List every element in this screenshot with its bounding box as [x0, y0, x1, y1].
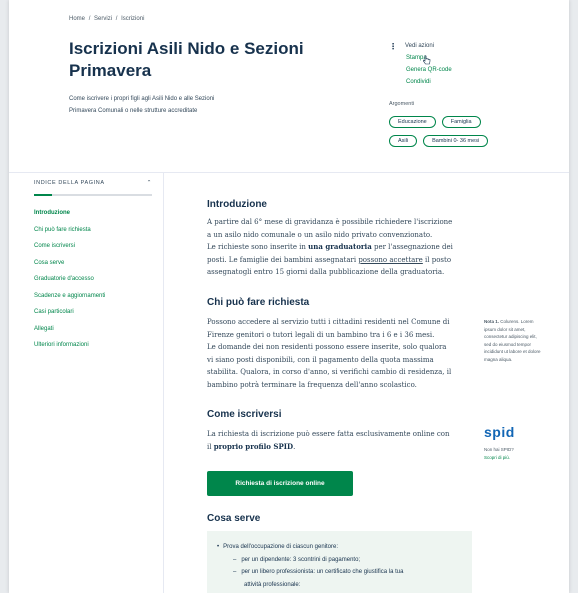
- spid-question: Non hai SPID?: [484, 447, 514, 452]
- share-link[interactable]: Condividi: [406, 76, 539, 88]
- breadcrumb: Home / Servizi / Iscrizioni: [69, 16, 146, 22]
- text-span: il posto: [422, 255, 452, 264]
- hand-cursor-icon: [423, 55, 431, 65]
- toc-item-scadenze[interactable]: Scadenze e aggiornamenti: [34, 288, 105, 305]
- spid-info: Non hai SPID? Scopri di più.: [484, 446, 514, 461]
- text-line: Possono accedere al servizio tutti i cit…: [207, 318, 450, 326]
- section-heading-chi-puo: Chi può fare richiesta: [207, 297, 310, 308]
- section-body-come-iscriversi: La richiesta di iscrizione può essere fa…: [207, 428, 473, 453]
- spid-learn-more-link[interactable]: Scopri di più.: [484, 454, 514, 462]
- side-note: Nota 1. Colurens. Lorem ipsum dolor sit …: [484, 318, 556, 363]
- page-actions: ⋮ Vedi azioni Stampa Genera QR-code Cond…: [389, 40, 539, 88]
- page-lead-line: Come iscrivere i propri figli agli Asili…: [69, 96, 215, 102]
- breadcrumb-servizi[interactable]: Servizi: [94, 16, 112, 22]
- horizontal-divider: [9, 172, 569, 173]
- page-lead: Come iscrivere i propri figli agli Asili…: [69, 93, 279, 117]
- breadcrumb-separator: /: [88, 16, 91, 22]
- text-line: posti. Le famiglie dei bambini assegnata…: [207, 254, 473, 267]
- arguments-chip-row: Asili Bambini 0- 36 mesi: [389, 135, 489, 147]
- spid-logo: spid: [484, 424, 515, 440]
- requirements-callout: Prova dell'occupazione di ciascun genito…: [207, 531, 472, 593]
- toc-header[interactable]: INDICE DELLA PAGINA ⌃: [34, 180, 152, 186]
- text-span: .: [293, 442, 296, 451]
- text-span: per l'assegnazione dei: [371, 243, 453, 251]
- toc-list: Introduzione Chi può fare richiesta Come…: [34, 205, 105, 354]
- note-label: Nota 1.: [484, 319, 500, 324]
- note-text: Colurens. Lorem: [499, 319, 534, 324]
- arguments-chip-row: Educazione Famiglia: [389, 116, 481, 128]
- note-line: magna aliqua.: [484, 356, 513, 362]
- toc-title: INDICE DELLA PAGINA: [34, 180, 105, 186]
- text-line: assegnatogli entro 15 giorni dalla pubbl…: [207, 268, 445, 276]
- chevron-up-icon: ⌃: [146, 180, 152, 186]
- breadcrumb-separator: /: [115, 16, 118, 22]
- toc-item-graduatorie[interactable]: Graduatorie d'accesso: [34, 271, 105, 288]
- page-lead-line: Primavera Comunali o nelle strutture acc…: [69, 108, 198, 114]
- graduatoria-emphasis: una graduatoria: [308, 242, 372, 251]
- text-span: il: [207, 442, 214, 451]
- qr-code-link[interactable]: Genera QR-code: [406, 64, 539, 76]
- text-span: posti. Le famiglie dei bambini assegnata…: [207, 255, 359, 264]
- list-item: Prova dell'occupazione di ciascun genito…: [217, 541, 403, 554]
- text-line: bambino potrà terminare la frequenza del…: [207, 380, 417, 389]
- requirements-list: Prova dell'occupazione di ciascun genito…: [217, 541, 403, 591]
- text-line: La richiesta di iscrizione può essere fa…: [207, 430, 450, 438]
- toc-item-ulteriori[interactable]: Ulteriori informazioni: [34, 337, 105, 354]
- toc-item-come-iscriversi[interactable]: Come iscriversi: [34, 238, 105, 255]
- toc-item-allegati[interactable]: Allegati: [34, 321, 105, 338]
- breadcrumb-current: Iscrizioni: [121, 16, 145, 22]
- list-item-continuation: attività professionale:: [244, 581, 301, 588]
- kebab-icon: ⋮: [389, 41, 397, 51]
- toc-progress-fill: [34, 194, 52, 196]
- section-heading-cosa-serve: Cosa serve: [207, 513, 261, 524]
- note-line: consectetur adipiscing elit,: [484, 334, 537, 339]
- text-line: A partire dal 6° mese di gravidanza è po…: [207, 218, 453, 226]
- section-heading-introduzione: Introduzione: [207, 199, 267, 210]
- section-body-chi-puo: Possono accedere al servizio tutti i cit…: [207, 316, 473, 391]
- chip-educazione[interactable]: Educazione: [389, 116, 436, 128]
- actions-menu-toggle[interactable]: ⋮ Vedi azioni: [389, 40, 539, 52]
- section-heading-come-iscriversi: Come iscriversi: [207, 409, 282, 420]
- note-line: incididunt ut labore et dolore: [484, 349, 541, 354]
- online-enrollment-button[interactable]: Richiesta di iscrizione online: [207, 471, 353, 496]
- toc-item-cosa-serve[interactable]: Cosa serve: [34, 255, 105, 272]
- chip-asili[interactable]: Asili: [389, 135, 418, 147]
- page-container: Home / Servizi / Iscrizioni Iscrizioni A…: [9, 0, 569, 593]
- list-item: per un dipendente: 3 scontrini di pagame…: [217, 554, 403, 567]
- text-span: Le richieste sono inserite in: [207, 243, 309, 251]
- text-line: a un asilo nido comunale o un asilo nido…: [207, 230, 433, 239]
- text-line: Le domande dei non residenti possono ess…: [207, 343, 447, 351]
- actions-menu-label: Vedi azioni: [405, 43, 435, 49]
- vertical-divider: [163, 172, 164, 593]
- note-line: Nota 1. Colurens. Lorem: [484, 318, 556, 326]
- chip-bambini[interactable]: Bambini 0- 36 mesi: [423, 135, 489, 147]
- list-item: per un libero professionista: un certifi…: [217, 566, 403, 579]
- text-line: Firenze genitori o tutori legali di un b…: [207, 330, 435, 339]
- chip-famiglia[interactable]: Famiglia: [441, 116, 481, 128]
- possono-accettare-link[interactable]: possono accettare: [358, 256, 423, 264]
- toc-progress-bar: [34, 194, 152, 196]
- toc-item-casi-particolari[interactable]: Casi particolari: [34, 304, 105, 321]
- note-line: sed do eiusmod tempor: [484, 341, 532, 347]
- arguments-label: Argomenti: [389, 101, 415, 107]
- breadcrumb-home[interactable]: Home: [69, 16, 85, 22]
- toc-item-chi-puo[interactable]: Chi può fare richiesta: [34, 222, 105, 239]
- section-body-introduzione: A partire dal 6° mese di gravidanza è po…: [207, 216, 473, 279]
- text-line: stabilita. Qualora, in corso d'anno, si …: [207, 368, 452, 376]
- note-line: ipsum dolor sit amet,: [484, 326, 526, 332]
- text-line: Le richieste sono inserite in una gradua…: [207, 241, 473, 254]
- toc-item-introduzione[interactable]: Introduzione: [34, 205, 105, 222]
- page-title: Iscrizioni Asili Nido e Sezioni Primaver…: [69, 39, 304, 80]
- text-line: il proprio profilo SPID.: [207, 441, 473, 454]
- text-line: vi siano posti disponibili, con il pagam…: [207, 355, 434, 364]
- spid-profile-emphasis: proprio profilo SPID: [213, 441, 294, 451]
